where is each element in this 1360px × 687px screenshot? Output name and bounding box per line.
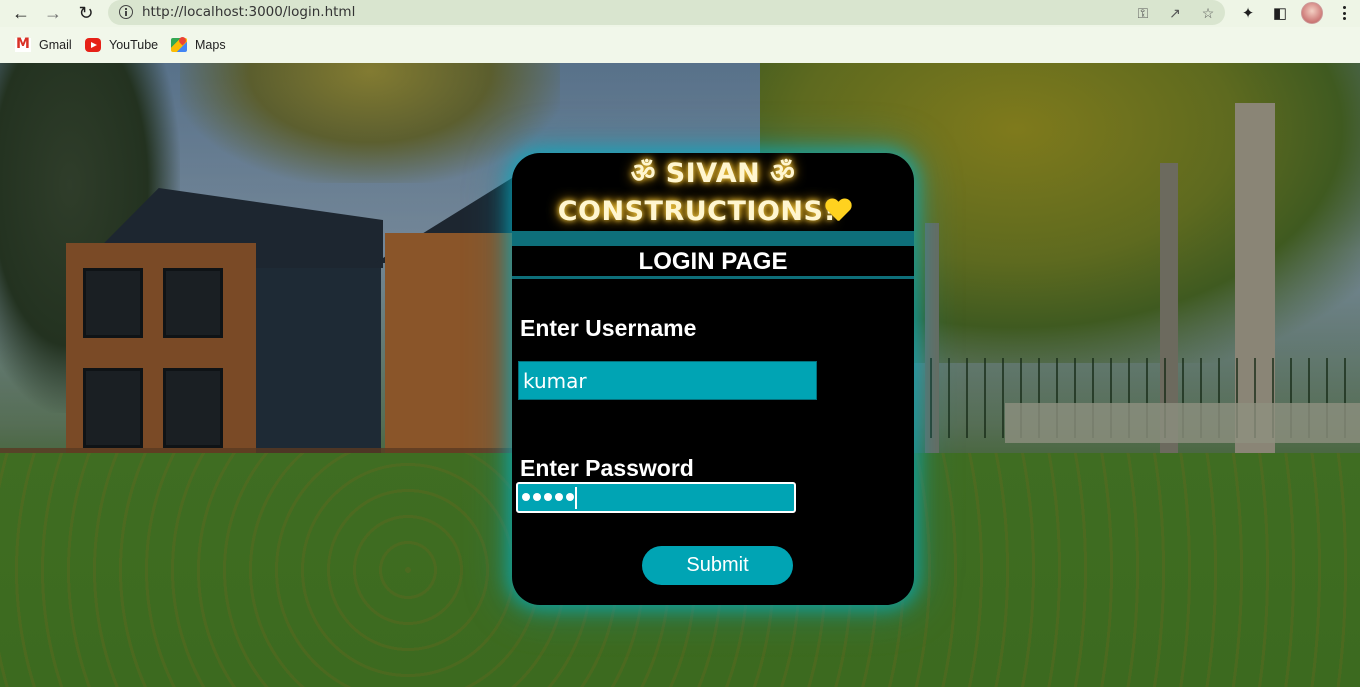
share-icon[interactable]: ↗ — [1165, 3, 1185, 23]
menu-dots-icon[interactable] — [1340, 3, 1348, 23]
bookmark-maps[interactable]: Maps — [171, 36, 226, 54]
side-panel-icon[interactable]: ◧ — [1269, 2, 1291, 24]
password-dot — [555, 493, 563, 501]
bookmark-label: YouTube — [109, 38, 159, 52]
forward-arrow-icon[interactable]: → — [41, 2, 65, 24]
password-input[interactable] — [516, 482, 796, 513]
extensions-puzzle-icon[interactable]: ✦ — [1237, 2, 1259, 24]
back-arrow-icon[interactable]: ← — [9, 2, 33, 24]
page-title: LOGIN PAGE — [638, 248, 788, 275]
key-icon[interactable]: ⚿ — [1133, 3, 1153, 23]
username-label: Enter Username — [520, 315, 697, 341]
username-input[interactable]: kumar — [518, 361, 817, 400]
brand-line-1: ॐ SIVAN ॐ — [630, 158, 796, 189]
submit-button[interactable]: Submit — [642, 546, 793, 585]
tree-foliage — [180, 63, 560, 183]
browser-toolbar: ← → ↻ http://localhost:3000/login.html ⚿… — [0, 0, 1360, 27]
brand-title: ॐ SIVAN ॐ CONSTRUCTIONS! — [512, 155, 914, 231]
profile-avatar[interactable] — [1301, 2, 1323, 24]
password-label: Enter Password — [520, 455, 694, 481]
house-illustration — [375, 173, 520, 463]
gmail-icon — [15, 36, 31, 52]
login-page-background: ॐ SIVAN ॐ CONSTRUCTIONS! LOGIN PAGE Ente… — [0, 63, 1360, 687]
star-icon[interactable]: ☆ — [1198, 3, 1218, 23]
bookmark-youtube[interactable]: YouTube — [85, 36, 158, 54]
bookmark-label: Gmail — [39, 38, 72, 52]
text-caret — [575, 487, 577, 509]
yellow-heart-icon — [825, 199, 851, 223]
password-dot — [566, 493, 574, 501]
bookmark-gmail[interactable]: Gmail — [15, 36, 72, 54]
address-bar[interactable]: http://localhost:3000/login.html ⚿ ↗ ☆ — [108, 0, 1225, 25]
maps-icon — [171, 38, 187, 52]
stone-wall — [1005, 403, 1360, 443]
house-illustration — [38, 188, 383, 453]
youtube-icon — [85, 38, 101, 52]
brand-line-2: CONSTRUCTIONS! — [557, 196, 837, 227]
login-card: ॐ SIVAN ॐ CONSTRUCTIONS! LOGIN PAGE Ente… — [512, 153, 914, 605]
site-info-icon[interactable] — [119, 5, 133, 19]
password-dot — [533, 493, 541, 501]
bookmarks-bar: Gmail YouTube Maps — [0, 27, 1360, 63]
password-dot — [544, 493, 552, 501]
bookmark-label: Maps — [195, 38, 226, 52]
password-dot — [522, 493, 530, 501]
password-mask — [522, 493, 574, 501]
url-text[interactable]: http://localhost:3000/login.html — [142, 4, 355, 20]
reload-icon[interactable]: ↻ — [74, 2, 98, 24]
